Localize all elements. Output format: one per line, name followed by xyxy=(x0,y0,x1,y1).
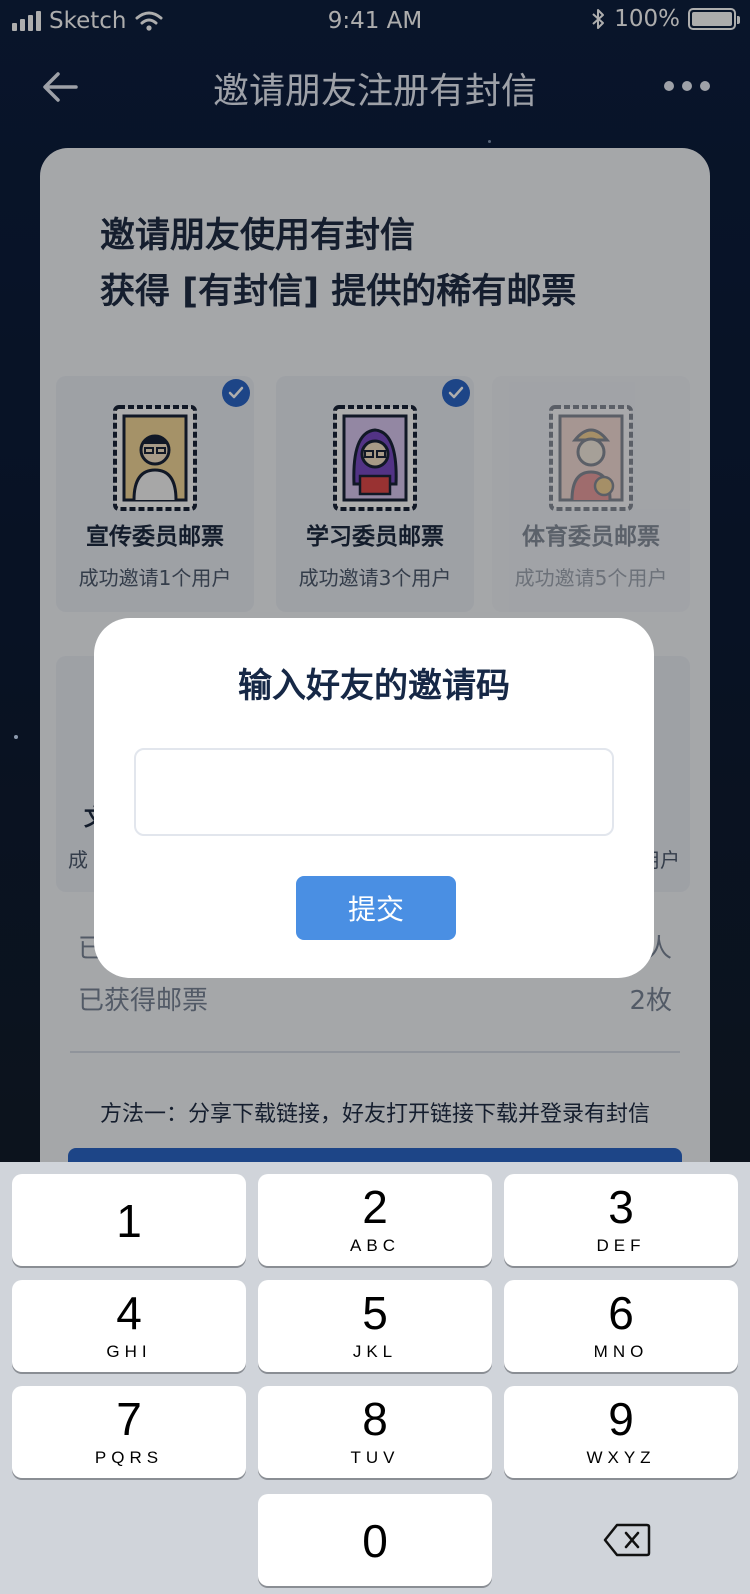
key-9[interactable]: 9 WXYZ xyxy=(504,1386,738,1478)
key-number: 6 xyxy=(608,1287,634,1339)
key-number: 1 xyxy=(116,1195,142,1247)
key-number: 0 xyxy=(362,1515,388,1567)
key-letters: TUV xyxy=(350,1448,400,1467)
key-6[interactable]: 6 MNO xyxy=(504,1280,738,1372)
invite-code-input[interactable] xyxy=(134,748,614,836)
key-1[interactable]: 1 xyxy=(12,1174,246,1266)
key-letters: DEF xyxy=(596,1236,646,1255)
key-number: 8 xyxy=(362,1393,388,1445)
key-number: 2 xyxy=(362,1181,388,1233)
key-number: 4 xyxy=(116,1287,142,1339)
key-5[interactable]: 5 JKL xyxy=(258,1280,492,1372)
key-letters: ABC xyxy=(350,1236,400,1255)
submit-button[interactable]: 提交 xyxy=(296,876,456,940)
key-number: 7 xyxy=(116,1393,142,1445)
key-letters: MNO xyxy=(593,1342,649,1361)
key-letters: GHI xyxy=(106,1342,152,1361)
key-number: 3 xyxy=(608,1181,634,1233)
delete-key[interactable] xyxy=(510,1494,744,1586)
numeric-keypad: 1 2 ABC 3 DEF 4 GHI 5 JKL 6 MNO 7 PQRS 8… xyxy=(0,1162,750,1594)
key-7[interactable]: 7 PQRS xyxy=(12,1386,246,1478)
key-letters: PQRS xyxy=(94,1448,164,1467)
dialog-title: 输入好友的邀请码 xyxy=(238,666,510,706)
key-4[interactable]: 4 GHI xyxy=(12,1280,246,1372)
key-number: 9 xyxy=(608,1393,634,1445)
key-2[interactable]: 2 ABC xyxy=(258,1174,492,1266)
backspace-icon xyxy=(603,1523,651,1557)
invite-code-dialog: 输入好友的邀请码 提交 xyxy=(94,618,654,978)
key-number: 5 xyxy=(362,1287,388,1339)
key-0[interactable]: 0 xyxy=(258,1494,492,1586)
key-8[interactable]: 8 TUV xyxy=(258,1386,492,1478)
key-letters: WXYZ xyxy=(586,1448,656,1467)
key-letters: JKL xyxy=(352,1342,398,1361)
key-3[interactable]: 3 DEF xyxy=(504,1174,738,1266)
